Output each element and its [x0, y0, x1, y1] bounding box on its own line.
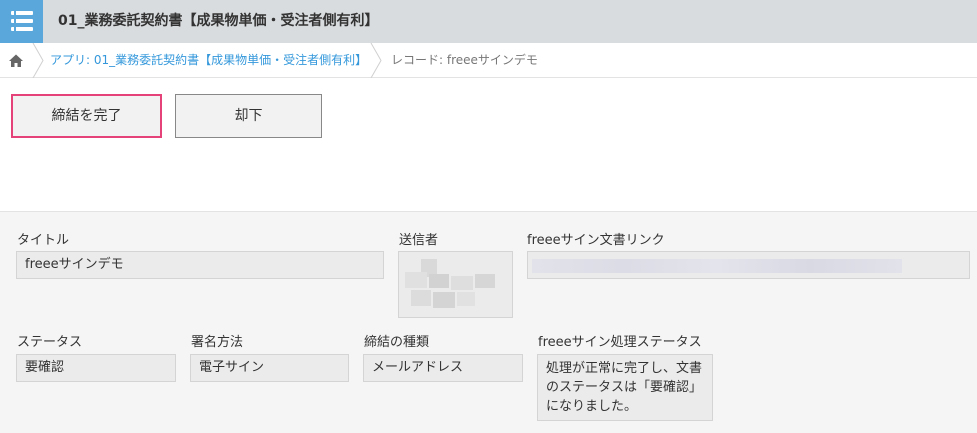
breadcrumb-separator-icon [32, 42, 44, 79]
sign-method-field-label: 署名方法 [191, 335, 244, 350]
process-status-field-label: freeeサイン処理ステータス [538, 335, 702, 350]
complete-contract-button[interactable]: 締結を完了 [11, 94, 162, 138]
app-header: 01_業務委託契約書【成果物単価・受注者側有利】 [0, 0, 977, 43]
status-field-value: 要確認 [16, 354, 176, 382]
doc-link-field-label: freeeサイン文書リンク [527, 233, 665, 248]
breadcrumb: アプリ: 01_業務委託契約書【成果物単価・受注者側有利】 レコード: free… [0, 42, 977, 79]
breadcrumb-record: レコード: freeeサインデモ [391, 53, 538, 67]
title-field-value: freeeサインデモ [16, 251, 384, 279]
sender-field-label: 送信者 [399, 233, 439, 248]
home-icon[interactable] [0, 43, 32, 78]
page-title: 01_業務委託契約書【成果物単価・受注者側有利】 [58, 13, 379, 29]
breadcrumb-separator-icon [370, 42, 382, 79]
contract-type-field-label: 締結の種類 [364, 335, 430, 350]
sender-avatar-blurred [398, 251, 513, 318]
sign-method-field-value: 電子サイン [190, 354, 349, 382]
title-field-label: タイトル [17, 233, 70, 248]
doc-link-blurred[interactable] [527, 251, 970, 279]
contract-type-field-value: メールアドレス [363, 354, 523, 382]
reject-button[interactable]: 却下 [175, 94, 322, 138]
process-status-field-value: 処理が正常に完了し、文書 のステータスは「要確認」 になりました。 [537, 354, 713, 421]
status-field-label: ステータス [17, 335, 83, 350]
list-icon[interactable] [0, 0, 43, 43]
breadcrumb-app-link[interactable]: アプリ: 01_業務委託契約書【成果物単価・受注者側有利】 [50, 43, 367, 78]
record-details: タイトル freeeサインデモ 送信者 freeeサイン文書リンク ステータス … [0, 211, 977, 433]
